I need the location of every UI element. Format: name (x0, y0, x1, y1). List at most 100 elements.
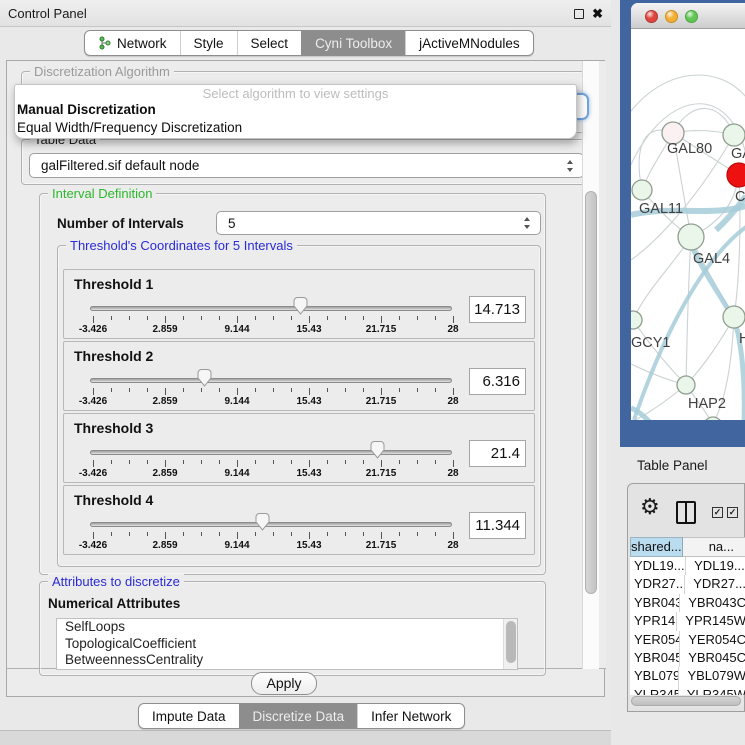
attributes-group: Attributes to discretize Numerical Attri… (39, 581, 546, 676)
cell-shared-name[interactable]: YBL079W (630, 667, 679, 685)
cell-name[interactable]: YBR045C (680, 649, 745, 667)
scrollbar-thumb[interactable] (506, 621, 516, 663)
network-canvas[interactable]: GAL80GACGAL11GAL4GCY1HHAP2 (631, 29, 745, 420)
scrollbar-thumb[interactable] (585, 191, 597, 594)
number-of-intervals-label: Number of Intervals (57, 212, 184, 236)
threshold-value-field[interactable]: 6.316 (469, 368, 526, 395)
checkbox-icon[interactable]: ✓ (727, 507, 738, 518)
tick-mark (291, 316, 292, 320)
tick-mark (183, 460, 184, 464)
tick-mark (417, 388, 418, 392)
gear-icon[interactable]: ⚙ (640, 494, 660, 520)
threshold-value-field[interactable]: 11.344 (469, 512, 526, 539)
network-node-green[interactable] (678, 224, 704, 250)
tick-mark (219, 316, 220, 320)
network-window-titlebar[interactable] (631, 3, 745, 29)
tick-mark (327, 532, 328, 536)
cell-name[interactable]: YER054C (680, 631, 745, 649)
cell-name[interactable]: YLR345W (679, 686, 745, 695)
network-edge[interactable] (686, 317, 734, 385)
tick-mark (129, 316, 130, 320)
cell-shared-name[interactable]: YPR145W (630, 612, 677, 630)
scrollbar-thumb[interactable] (631, 696, 741, 706)
threshold-slider-thumb[interactable] (255, 513, 270, 531)
column-header-shared-name[interactable]: shared... (630, 537, 683, 557)
tab-cyni-toolbox[interactable]: Cyni Toolbox (301, 31, 405, 55)
split-column-icon[interactable] (676, 501, 696, 524)
cell-name[interactable]: YBL079W (679, 667, 745, 685)
tab-select[interactable]: Select (237, 31, 302, 55)
close-traffic-light[interactable] (645, 10, 658, 23)
cell-shared-name[interactable]: YDR27... (630, 575, 685, 593)
cell-shared-name[interactable]: YDL19... (630, 557, 686, 575)
cell-shared-name[interactable]: YBR043C (630, 594, 680, 612)
table-row[interactable]: YBR043CYBR043C (630, 594, 745, 612)
tick-label: 21.715 (366, 396, 397, 407)
cell-shared-name[interactable]: YLR345W (630, 686, 679, 695)
float-window-icon[interactable] (574, 9, 584, 19)
tab-jactivemnodules[interactable]: jActiveMNodules (405, 31, 533, 55)
attribute-list-item[interactable]: SelfLoops (57, 619, 517, 636)
table-row[interactable]: YER054CYER054C (630, 631, 745, 649)
table-horizontal-scrollbar[interactable] (630, 695, 744, 707)
network-node-green[interactable] (723, 124, 745, 146)
table-data-combo[interactable]: galFiltered.sif default node (29, 153, 584, 178)
network-node-green[interactable] (723, 306, 745, 328)
tick-mark (111, 316, 112, 320)
attribute-list-scrollbar[interactable] (503, 619, 518, 669)
tick-mark (273, 460, 274, 464)
network-node-green[interactable] (631, 311, 642, 329)
cell-name[interactable]: YBR043C (680, 594, 745, 612)
tick-mark (435, 316, 436, 320)
attribute-list-item[interactable]: BetweennessCentrality (57, 652, 517, 669)
table-row[interactable]: YBL079WYBL079W (630, 667, 745, 685)
threshold-slider-track[interactable] (90, 450, 452, 455)
network-edge[interactable] (631, 75, 745, 119)
table-row[interactable]: YPR145WYPR145W (630, 612, 745, 630)
zoom-traffic-light[interactable] (685, 10, 698, 23)
tab-discretize-data[interactable]: Discretize Data (239, 704, 358, 728)
minimize-traffic-light[interactable] (665, 10, 678, 23)
popup-option[interactable]: Manual Discretization (15, 101, 576, 119)
cell-name[interactable]: YDR27... (685, 575, 745, 593)
number-of-intervals-combo[interactable]: 5 (216, 211, 541, 235)
table-row[interactable]: YDL19...YDL19... (630, 557, 745, 575)
close-icon[interactable]: ✖ (592, 0, 603, 27)
threshold-slider-track[interactable] (90, 378, 452, 383)
tick-label: 28 (447, 540, 458, 551)
tab-network[interactable]: Network (85, 31, 180, 55)
tab-style[interactable]: Style (180, 31, 237, 55)
network-node-red[interactable] (727, 163, 745, 187)
popup-option[interactable]: Equal Width/Frequency Discretization (15, 119, 576, 137)
cell-name[interactable]: YDL19... (686, 557, 745, 575)
popup-options: Manual DiscretizationEqual Width/Frequen… (15, 101, 576, 137)
network-node-green[interactable] (632, 180, 652, 200)
network-edge[interactable] (686, 237, 691, 385)
screen: Control Panel ✖ NetworkStyleSelectCyni T… (0, 0, 745, 745)
column-header-name[interactable]: na... (683, 537, 745, 557)
threshold-slider-thumb[interactable] (370, 441, 385, 459)
table-row[interactable]: YLR345WYLR345W (630, 686, 745, 695)
numerical-attributes-list[interactable]: SelfLoopsTopologicalCoefficientBetweenne… (56, 618, 518, 670)
network-node-green[interactable] (704, 417, 722, 420)
threshold-slider-track[interactable] (90, 306, 452, 311)
cell-shared-name[interactable]: YBR045C (630, 649, 680, 667)
cell-shared-name[interactable]: YER054C (630, 631, 680, 649)
threshold-value-field[interactable]: 14.713 (469, 296, 526, 323)
threshold-slider-thumb[interactable] (197, 369, 212, 387)
tick-mark (129, 460, 130, 464)
attribute-list-item[interactable]: TopologicalCoefficient (57, 636, 517, 653)
tab-infer-network[interactable]: Infer Network (357, 704, 464, 728)
node-table[interactable]: shared...na...YDL19...YDL19...YDR27...YD… (630, 537, 745, 695)
threshold-value-field[interactable]: 21.4 (469, 440, 526, 467)
checkbox-icon[interactable]: ✓ (712, 507, 723, 518)
network-node-green[interactable] (677, 376, 695, 394)
table-row[interactable]: YDR27...YDR27... (630, 575, 745, 593)
settings-vertical-scrollbar[interactable] (582, 61, 599, 669)
table-row[interactable]: YBR045CYBR045C (630, 649, 745, 667)
apply-button[interactable]: Apply (251, 672, 317, 695)
tab-impute-data[interactable]: Impute Data (139, 704, 239, 728)
threshold-slider-thumb[interactable] (293, 297, 308, 315)
cell-name[interactable]: YPR145W (677, 612, 745, 630)
threshold-slider-track[interactable] (90, 522, 452, 527)
